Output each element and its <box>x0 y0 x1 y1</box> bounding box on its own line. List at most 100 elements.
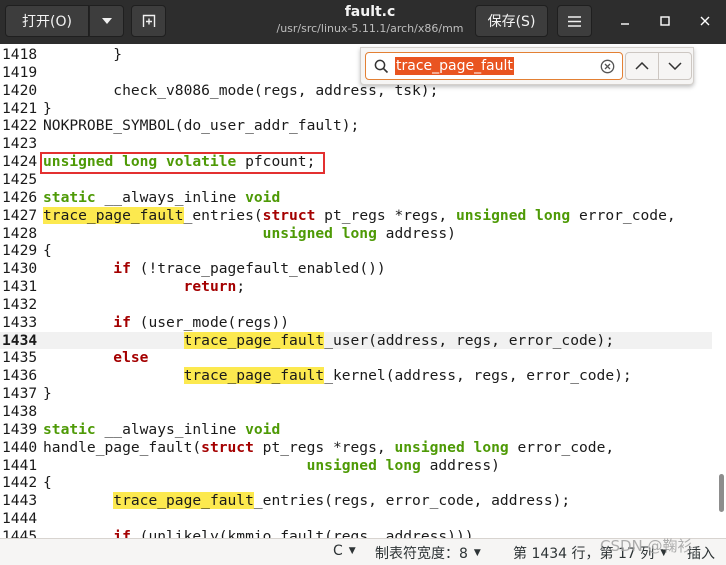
line-number: 1441 <box>2 456 38 474</box>
minimize-button[interactable] <box>615 11 635 31</box>
code-text: trace_page_fault_entries(regs, error_cod… <box>43 492 570 510</box>
close-button[interactable] <box>695 11 715 31</box>
line-number: 1425 <box>2 170 38 188</box>
search-match: trace_page_fault <box>113 492 254 510</box>
code-line[interactable]: 1440 handle_page_fault(struct pt_regs *re… <box>0 439 712 457</box>
code-token: _entries( <box>183 206 263 224</box>
code-token: { <box>43 474 52 492</box>
language-selector[interactable]: C ▼ <box>333 543 356 559</box>
code-line[interactable]: 1432 <box>0 296 712 314</box>
code-token: struct <box>201 438 254 456</box>
code-token: address) <box>376 224 456 242</box>
clear-search-icon[interactable] <box>600 59 615 74</box>
line-number: 1436 <box>2 367 38 385</box>
code-token: error_code, <box>570 206 676 224</box>
code-line[interactable]: 1423 <box>0 135 712 153</box>
code-line[interactable]: 1437} <box>0 385 712 403</box>
code-token: unsigned long <box>455 206 571 224</box>
code-token: { <box>43 242 52 260</box>
tab-width-selector[interactable]: 制表符宽度：8 ▼ <box>375 543 481 563</box>
code-line[interactable]: 1429 { <box>0 242 712 260</box>
line-number: 1438 <box>2 403 38 420</box>
next-match-button[interactable] <box>658 52 692 80</box>
line-number: 1433 <box>2 313 38 331</box>
tab-width-label: 制表符宽度：8 <box>375 546 468 562</box>
line-number: 1435 <box>2 349 38 367</box>
code-text: return; <box>43 278 246 296</box>
line-number: 1424 <box>2 153 38 171</box>
maximize-button[interactable] <box>655 11 675 31</box>
code-text: } <box>43 100 52 118</box>
code-token: NOKPROBE_SYMBOL(do_user_addr_fault); <box>43 117 360 135</box>
line-number: 1445 <box>2 527 38 538</box>
line-number: 1418 <box>2 46 38 63</box>
line-number: 1444 <box>2 510 38 528</box>
code-line[interactable]: 1421} <box>0 100 712 118</box>
line-number: 1437 <box>2 385 38 403</box>
code-line[interactable]: 1427 trace_page_fault_entries(struct pt_r… <box>0 206 712 225</box>
code-line[interactable]: 1428 unsigned long address) <box>0 225 712 243</box>
code-token: __always_inline <box>95 188 246 206</box>
code-line[interactable]: 1441 unsigned long address) <box>0 457 712 475</box>
code-line[interactable]: 1439 static __always_inline void <box>0 421 712 439</box>
line-number: 1419 <box>2 63 38 81</box>
code-token: unsigned long <box>262 224 377 242</box>
hamburger-menu-button[interactable] <box>557 5 592 37</box>
code-token: static <box>43 188 96 206</box>
code-line[interactable]: 1422 NOKPROBE_SYMBOL(do_user_addr_fault); <box>0 117 712 135</box>
line-number: 1428 <box>2 224 38 242</box>
code-line[interactable]: 1434 trace_page_fault_user(address, regs… <box>0 331 712 350</box>
code-token: } <box>43 385 52 403</box>
line-number: 1420 <box>2 81 38 99</box>
line-number: 1429 <box>2 242 38 260</box>
code-text: NOKPROBE_SYMBOL(do_user_addr_fault); <box>43 117 359 135</box>
code-line[interactable]: 1431 return; <box>0 278 712 296</box>
code-token: pt_regs *regs, <box>253 438 395 456</box>
code-line[interactable]: 1442 { <box>0 474 712 492</box>
line-number: 1442 <box>2 474 38 492</box>
open-recent-dropdown-button[interactable] <box>89 5 124 37</box>
code-line[interactable]: 1426 static __always_inline void <box>0 189 712 207</box>
code-token: (!trace_pagefault_enabled()) <box>130 260 386 278</box>
chevron-down-icon <box>668 62 682 70</box>
code-token: _entries(regs, error_code, address); <box>253 492 571 510</box>
code-line[interactable]: 1438 <box>0 403 712 421</box>
code-line[interactable]: 1443 trace_page_fault_entries(regs, erro… <box>0 492 712 510</box>
code-line[interactable]: 1436 trace_page_fault_kernel(address, re… <box>0 367 712 385</box>
open-button-label: 打开(O) <box>22 14 72 30</box>
code-text: trace_page_fault_entries(struct pt_regs … <box>43 206 676 225</box>
code-token: address) <box>420 456 500 474</box>
code-text: if (!trace_pagefault_enabled()) <box>43 260 386 278</box>
save-button[interactable]: 保存(S) <box>475 5 548 37</box>
code-token: void <box>245 420 281 438</box>
code-text: if (unlikely(kmmio_fault(regs, address))… <box>43 527 473 538</box>
line-number: 1434 <box>2 331 38 349</box>
code-token: if <box>113 527 131 538</box>
open-button[interactable]: 打开(O) <box>5 5 89 37</box>
code-text: { <box>43 474 52 492</box>
search-query: trace_page_fault <box>395 57 514 75</box>
code-line[interactable]: 1430 if (!trace_pagefault_enabled()) <box>0 260 712 278</box>
code-line[interactable]: 1435 else <box>0 349 712 367</box>
code-editor[interactable]: 1418 } 1419 1420 check_v8086_mode(regs, ad… <box>0 44 726 538</box>
code-line[interactable]: 1444 <box>0 510 712 528</box>
code-text: } <box>43 385 52 403</box>
code-line[interactable]: 1433 if (user_mode(regs)) <box>0 314 712 332</box>
language-label: C <box>333 543 343 559</box>
triangle-down-icon <box>101 18 112 24</box>
code-text: static __always_inline void <box>43 421 280 439</box>
previous-match-button[interactable] <box>625 52 659 80</box>
vertical-scrollbar-thumb[interactable] <box>719 474 724 512</box>
line-number: 1430 <box>2 260 38 278</box>
code-token: if <box>113 260 131 278</box>
line-number: 1426 <box>2 188 38 206</box>
code-token: } <box>43 99 52 117</box>
search-bar: trace_page_fault <box>360 47 694 85</box>
new-tab-button[interactable] <box>131 5 166 37</box>
code-token: unsigned long <box>306 456 421 474</box>
search-input[interactable]: trace_page_fault <box>365 52 623 80</box>
